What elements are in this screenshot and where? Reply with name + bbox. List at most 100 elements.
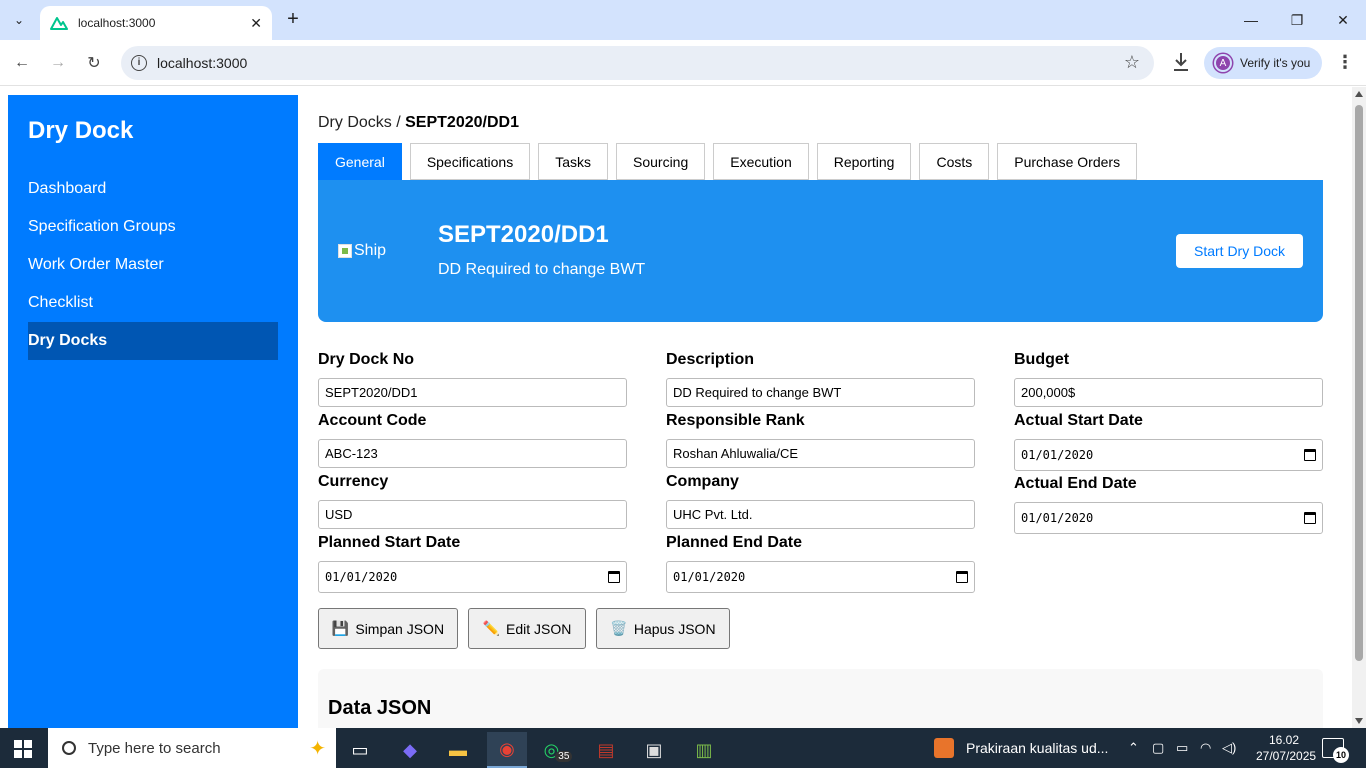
calendar-icon[interactable] [956,571,968,583]
tab-reporting[interactable]: Reporting [816,143,912,180]
scrollbar-thumb[interactable] [1355,105,1363,661]
description-group: Description DD Required to change BWT [666,351,975,407]
description-label: Description [666,351,755,368]
reload-icon[interactable]: ↻ [81,50,107,76]
task-view-icon[interactable]: ▭ [340,732,380,768]
dry-dock-no-label: Dry Dock No [318,351,415,368]
profile-verify-button[interactable]: A Verify it's you [1204,47,1322,79]
account-code-label: Account Code [318,412,427,429]
copilot-app-icon[interactable]: ◆ [390,732,430,768]
breadcrumb-parent[interactable]: Dry Docks [318,114,392,131]
windows-taskbar: Type here to search ✦ ▭ ◆ ▬ ◉ ◎ 35 ▤ ▣ ▥ … [0,728,1366,768]
sidebar-item-checklist[interactable]: Checklist [28,284,278,322]
planned-end-date-input[interactable]: 01/01/2020 [666,561,975,593]
account-code-group: Account Code ABC-123 [318,412,627,468]
breadcrumb: Dry Docks / SEPT2020/DD1 [318,114,519,132]
browser-tab-strip: ⌄ localhost:3000 ✕ + — ❐ ✕ [0,0,1366,40]
json-data-panel: Data JSON [318,669,1323,728]
sidebar: Dry Dock Dashboard Specification Groups … [8,95,298,728]
weather-text: Prakiraan kualitas ud... [966,740,1109,756]
calendar-icon[interactable] [1304,449,1316,461]
edit-json-button[interactable]: ✏️ Edit JSON [468,608,586,649]
tab-costs[interactable]: Costs [919,143,990,180]
avatar: A [1214,54,1232,72]
tab-search-chevron-icon[interactable]: ⌄ [6,7,32,33]
actual-end-date-input[interactable]: 01/01/2020 [1014,502,1323,534]
sidebar-item-dry-docks[interactable]: Dry Docks [28,322,278,360]
currency-label: Currency [318,473,389,490]
tab-bar: General Specifications Tasks Sourcing Ex… [318,143,1145,180]
start-dry-dock-button[interactable]: Start Dry Dock [1176,234,1303,268]
sidebar-item-specification-groups[interactable]: Specification Groups [28,208,278,246]
actual-start-date-value: 01/01/2020 [1021,448,1094,462]
volume-icon[interactable]: ◁) [1222,728,1236,768]
winrar-app-icon[interactable]: ▤ [586,732,626,768]
actual-start-date-input[interactable]: 01/01/2020 [1014,439,1323,471]
currency-input[interactable]: USD [318,500,627,529]
new-tab-plus-icon[interactable]: + [282,8,304,30]
show-hidden-icons-chevron-icon[interactable]: ⌃ [1128,728,1139,768]
bookmark-star-icon[interactable]: ☆ [1124,52,1140,73]
actual-end-date-value: 01/01/2020 [1021,511,1094,525]
browser-menu-icon[interactable]: ⋮ [1336,52,1354,72]
description-input[interactable]: DD Required to change BWT [666,378,975,407]
scroll-down-arrow-icon[interactable] [1355,718,1363,724]
browser-tab[interactable]: localhost:3000 ✕ [40,6,272,40]
download-icon[interactable] [1170,50,1192,74]
company-input[interactable]: UHC Pvt. Ltd. [666,500,975,529]
system-clock[interactable]: 16.02 27/07/2025 [1256,732,1317,764]
minimize-icon[interactable]: — [1228,0,1274,40]
chrome-app-icon[interactable]: ◉ [487,732,527,768]
back-arrow-icon[interactable]: ← [9,50,35,76]
tab-specifications[interactable]: Specifications [409,143,531,180]
tab-execution[interactable]: Execution [713,143,809,180]
terminal-app-icon[interactable]: ▣ [634,732,674,768]
scroll-up-arrow-icon[interactable] [1355,91,1363,97]
save-json-label: Simpan JSON [355,620,445,637]
close-window-icon[interactable]: ✕ [1320,0,1366,40]
planned-end-date-group: Planned End Date 01/01/2020 [666,534,975,593]
trash-icon: 🗑️ [610,620,628,636]
calendar-icon[interactable] [608,571,620,583]
url-text[interactable]: localhost:3000 [157,55,247,71]
tab-sourcing[interactable]: Sourcing [616,143,706,180]
calendar-icon[interactable] [1304,512,1316,524]
dry-dock-no-input[interactable]: SEPT2020/DD1 [318,378,627,407]
actual-start-date-label: Actual Start Date [1014,412,1143,429]
delete-json-button[interactable]: 🗑️ Hapus JSON [596,608,730,649]
forward-arrow-icon[interactable]: → [45,50,71,76]
responsible-rank-group: Responsible Rank Roshan Ahluwalia/CE [666,412,975,468]
notepad-app-icon[interactable]: ▥ [684,732,724,768]
meet-now-icon[interactable]: ▢ [1152,728,1164,768]
account-code-input[interactable]: ABC-123 [318,439,627,468]
planned-start-date-input[interactable]: 01/01/2020 [318,561,627,593]
site-info-icon[interactable]: i [131,55,147,71]
tab-tasks[interactable]: Tasks [538,143,608,180]
planned-end-date-label: Planned End Date [666,534,803,551]
responsible-rank-input[interactable]: Roshan Ahluwalia/CE [666,439,975,468]
weather-widget[interactable]: Prakiraan kualitas ud... [934,728,1108,768]
sidebar-item-work-order-master[interactable]: Work Order Master [28,246,278,284]
tab-close-icon[interactable]: ✕ [250,15,262,32]
battery-icon[interactable]: ▭ [1176,728,1188,768]
breadcrumb-current: SEPT2020/DD1 [405,114,519,131]
tab-general[interactable]: General [318,143,402,180]
planned-start-date-group: Planned Start Date 01/01/2020 [318,534,627,593]
taskbar-search-box[interactable]: Type here to search ✦ [48,728,336,768]
notifications-icon[interactable]: 10 [1322,738,1349,763]
clock-date: 27/07/2025 [1256,749,1317,763]
save-json-button[interactable]: 💾 Simpan JSON [318,608,458,649]
whatsapp-app-icon[interactable]: ◎ 35 [538,732,578,768]
address-bar-row: ← → ↻ i localhost:3000 ☆ [0,40,1366,86]
windows-start-icon[interactable] [14,740,32,758]
planned-start-date-label: Planned Start Date [318,534,461,551]
omnibox[interactable]: i localhost:3000 ☆ [121,46,1154,80]
wifi-icon[interactable]: ◠ [1200,728,1211,768]
sidebar-item-dashboard[interactable]: Dashboard [28,170,278,208]
file-explorer-icon[interactable]: ▬ [438,732,478,768]
budget-input[interactable]: 200,000$ [1014,378,1323,407]
tab-purchase-orders[interactable]: Purchase Orders [997,143,1138,180]
budget-group: Budget 200,000$ [1014,351,1323,407]
restore-icon[interactable]: ❐ [1274,0,1320,40]
page-scrollbar[interactable] [1352,87,1366,728]
